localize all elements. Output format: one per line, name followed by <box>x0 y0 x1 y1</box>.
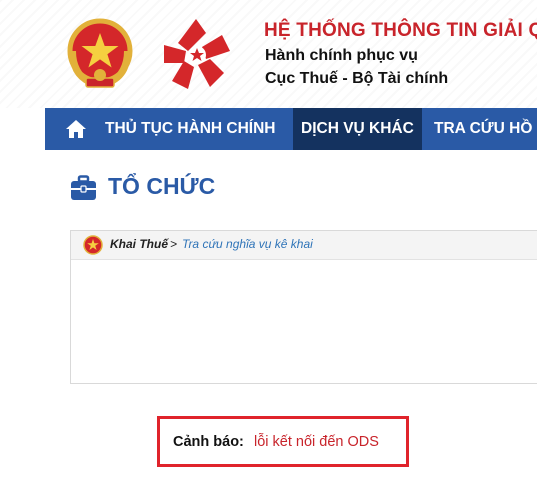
warning-label: Cảnh báo: <box>173 434 244 450</box>
warning-message: lỗi kết nối đến ODS <box>254 434 379 450</box>
breadcrumb-separator: > <box>170 237 178 251</box>
nav-item-tra-cuu-ho-so[interactable]: TRA CỨU HỒ SƠ <box>426 108 537 150</box>
national-emblem-logo[interactable] <box>62 15 138 93</box>
nav-item-thu-tuc-hanh-chinh[interactable]: THỦ TỤC HÀNH CHÍNH <box>97 108 284 150</box>
site-header: HỆ THỐNG THÔNG TIN GIẢI QUYẾT Hành chính… <box>0 0 537 108</box>
briefcase-icon <box>71 175 96 200</box>
warning-box: Cảnh báo: lỗi kết nối đến ODS <box>157 416 409 467</box>
page-title: TỔ CHỨC <box>108 173 216 199</box>
nav-item-dich-vu-khac[interactable]: DỊCH VỤ KHÁC <box>293 108 422 150</box>
content-panel: Khai Thuế > Tra cứu nghĩa vụ kê khai <box>70 230 537 384</box>
breadcrumb: Khai Thuế > Tra cứu nghĩa vụ kê khai <box>71 231 537 260</box>
breadcrumb-current-link[interactable]: Tra cứu nghĩa vụ kê khai <box>182 237 313 251</box>
public-service-logo[interactable] <box>158 15 236 93</box>
home-icon[interactable] <box>65 119 87 139</box>
breadcrumb-home-link[interactable]: Khai Thuế <box>110 237 168 251</box>
subtitle-line-2: Cục Thuế - Bộ Tài chính <box>265 70 449 87</box>
subtitle-line-1: Hành chính phục vụ <box>265 47 418 64</box>
main-navigation: THỦ TỤC HÀNH CHÍNH DỊCH VỤ KHÁC TRA CỨU … <box>45 108 537 150</box>
emblem-icon <box>83 235 103 255</box>
system-title: HỆ THỐNG THÔNG TIN GIẢI QUYẾT <box>264 20 537 41</box>
